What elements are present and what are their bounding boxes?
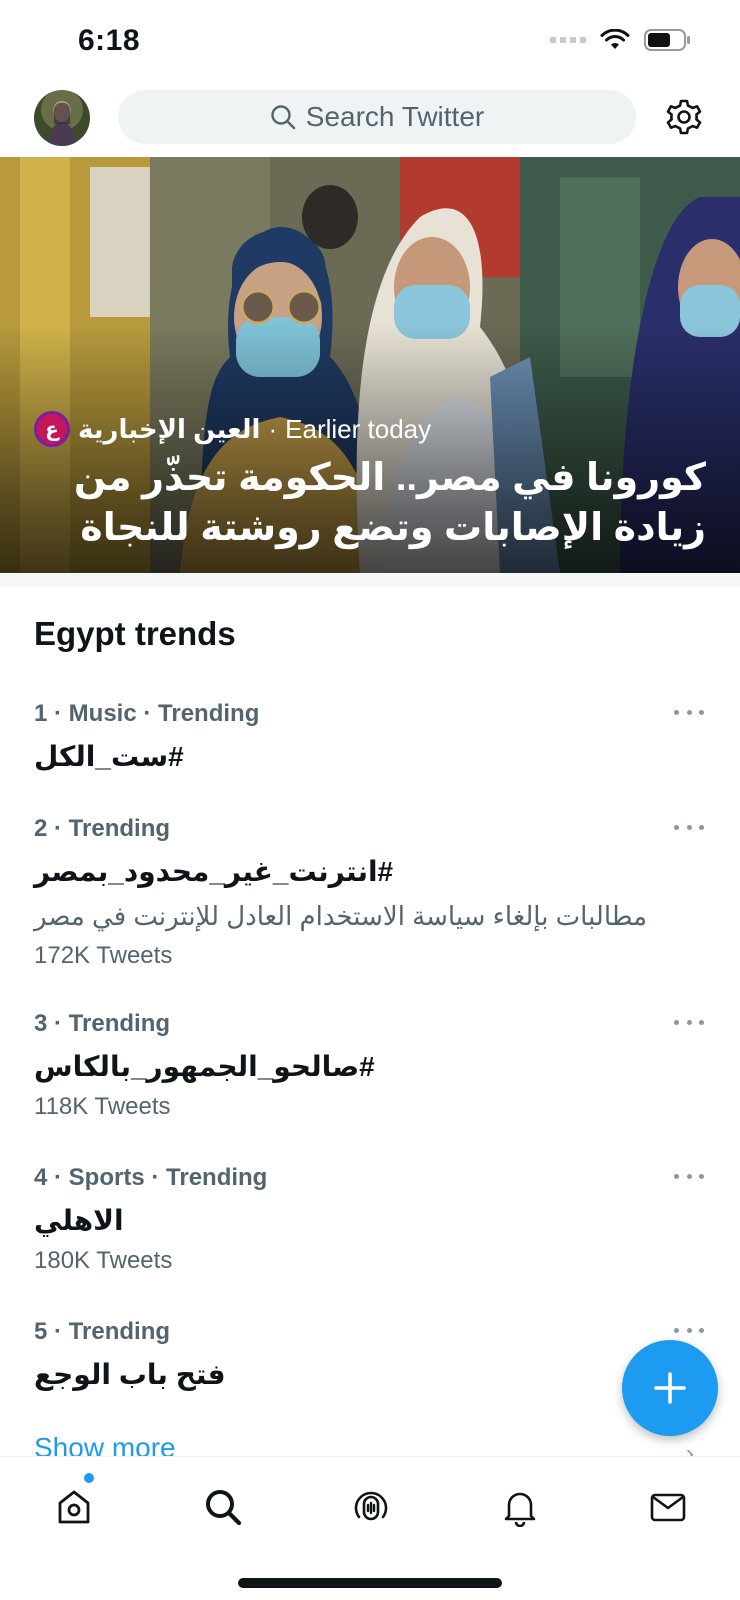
trend-name: #ست_الكل (34, 741, 184, 772)
trend-meta: 4 · Sports · Trending (34, 1164, 268, 1191)
search-icon (206, 1490, 242, 1526)
search-input[interactable]: Search Twitter (118, 90, 636, 144)
status-bar: 6:18 (0, 0, 740, 84)
hero-title: كورونا في مصر.. الحكومة تحذّر من زيادة ا… (73, 457, 706, 549)
search-icon (271, 105, 295, 130)
trend-name: #صالحو_الجمهور_بالكاس (34, 1051, 375, 1082)
wifi-icon (600, 29, 630, 49)
trend-name: فتح باب الوجع (34, 1359, 226, 1390)
more-options-icon[interactable] (674, 1164, 704, 1188)
trend-meta: 2 · Trending (34, 815, 171, 842)
more-options-icon[interactable] (674, 700, 704, 724)
trend-meta: 3 · Trending (34, 1010, 171, 1037)
home-icon (58, 1490, 90, 1524)
nav-notifications[interactable] (490, 1477, 550, 1537)
gear-icon (666, 99, 702, 135)
tweet-count: 180K Tweets (34, 1247, 173, 1274)
trend-item[interactable]: 1 · Music · Trending #ست_الكل (0, 700, 740, 780)
hero-source: ع العين الإخبارية · Earlier today (34, 411, 431, 447)
trend-item[interactable]: 2 · Trending #انترنت_غير_محدود_بمصر مطال… (0, 815, 740, 969)
spaces-icon (354, 1491, 388, 1521)
nav-spaces[interactable] (341, 1477, 401, 1537)
tweet-count: 172K Tweets (34, 942, 173, 969)
unread-indicator (84, 1473, 94, 1483)
search-placeholder: Search Twitter (305, 101, 485, 132)
mail-icon (650, 1493, 686, 1522)
section-divider (0, 574, 740, 586)
more-options-icon[interactable] (674, 1318, 704, 1342)
avatar[interactable] (34, 90, 90, 146)
source-name: العين الإخبارية (78, 413, 261, 444)
source-separator: · (268, 413, 278, 444)
battery-icon (644, 29, 690, 51)
hero-news-card[interactable]: ع العين الإخبارية · Earlier today كورونا… (0, 157, 740, 573)
plus-icon (654, 1372, 686, 1404)
nav-explore[interactable] (193, 1477, 253, 1537)
bell-icon (504, 1492, 536, 1527)
top-nav: Search Twitter (0, 84, 740, 156)
more-options-icon[interactable] (674, 815, 704, 839)
status-time: 6:18 (78, 24, 141, 57)
trend-item[interactable]: 3 · Trending #صالحو_الجمهور_بالكاس 118K … (0, 1010, 740, 1120)
trend-description: مطالبات بإلغاء سياسة الاستخدام العادل لل… (34, 901, 648, 931)
explore-screen: 6:18 Search Twitter ع العين الإخبارية · … (0, 0, 740, 1600)
trend-meta: 1 · Music · Trending (34, 700, 260, 727)
trend-name: الاهلي (34, 1205, 124, 1236)
status-icons (550, 28, 692, 52)
nav-messages[interactable] (638, 1477, 698, 1537)
nav-home[interactable] (44, 1477, 104, 1537)
trend-name: #انترنت_غير_محدود_بمصر (34, 856, 394, 887)
trends-heading: Egypt trends (34, 615, 236, 652)
tweet-count: 118K Tweets (34, 1093, 171, 1120)
source-logo: ع (34, 411, 70, 447)
trend-item[interactable]: 4 · Sports · Trending الاهلي 180K Tweets (0, 1164, 740, 1274)
home-indicator (238, 1578, 502, 1588)
more-options-icon[interactable] (674, 1010, 704, 1034)
trend-meta: 5 · Trending (34, 1318, 171, 1345)
settings-button[interactable] (664, 97, 704, 137)
compose-tweet-button[interactable] (622, 1340, 718, 1436)
hero-timestamp: Earlier today (285, 413, 432, 444)
cellular-signal-icon (550, 37, 586, 43)
